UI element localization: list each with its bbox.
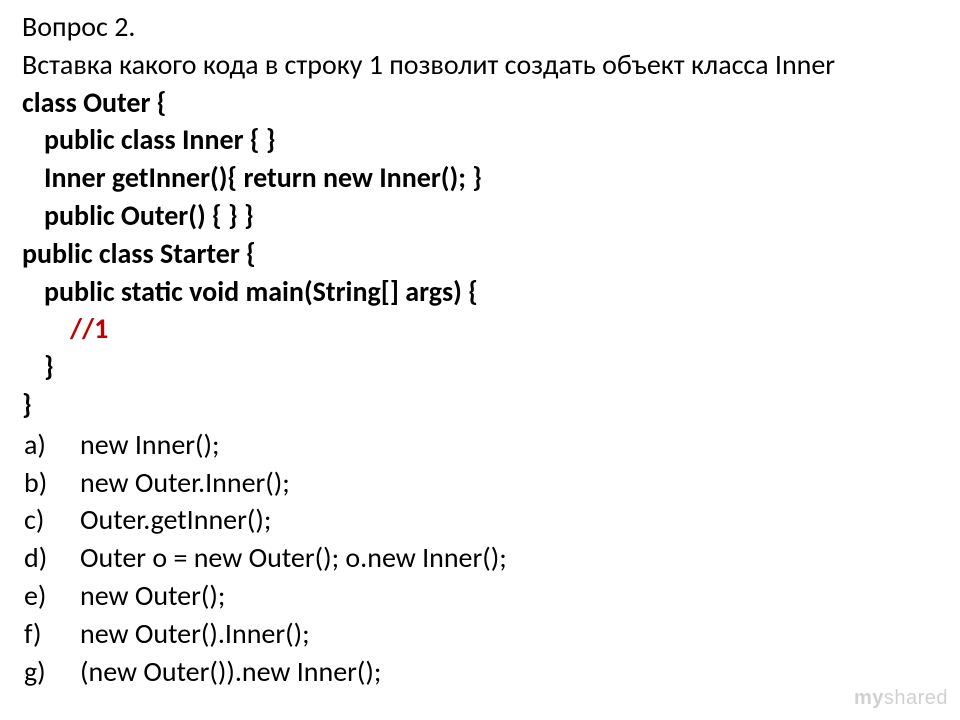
watermark-suffix: shared: [884, 687, 948, 709]
question-header: Вопрос 2.: [22, 8, 938, 46]
code-line: }: [22, 348, 938, 386]
watermark: myshared: [854, 685, 948, 712]
option-text: new Outer();: [80, 577, 938, 615]
option-f: f) new Outer().Inner();: [22, 615, 938, 653]
option-marker: e): [22, 577, 80, 615]
option-b: b) new Outer.Inner();: [22, 464, 938, 502]
watermark-prefix: my: [854, 687, 884, 709]
option-d: d) Outer o = new Outer(); o.new Inner();: [22, 539, 938, 577]
option-text: Outer o = new Outer(); o.new Inner();: [80, 539, 938, 577]
code-line: public Outer() { } }: [22, 197, 938, 235]
option-a: a) new Inner();: [22, 426, 938, 464]
code-line: Inner getInner(){ return new Inner(); }: [22, 159, 938, 197]
option-text: Outer.getInner();: [80, 501, 938, 539]
code-line: public static void main(String[] args) {: [22, 273, 938, 311]
option-g: g) (new Outer()).new Inner();: [22, 653, 938, 691]
option-marker: b): [22, 464, 80, 502]
option-c: c) Outer.getInner();: [22, 501, 938, 539]
code-line: }: [22, 386, 938, 424]
option-marker: f): [22, 615, 80, 653]
option-e: e) new Outer();: [22, 577, 938, 615]
option-marker: c): [22, 501, 80, 539]
option-text: (new Outer()).new Inner();: [80, 653, 938, 691]
code-line: public class Starter {: [22, 235, 938, 273]
code-line-marker: //1: [22, 310, 938, 348]
question-text: Вставка какого кода в строку 1 позволит …: [22, 46, 938, 84]
code-line: public class Inner { }: [22, 121, 938, 159]
option-marker: g): [22, 653, 80, 691]
options-list: a) new Inner(); b) new Outer.Inner(); c)…: [22, 426, 938, 691]
code-block: class Outer { public class Inner { } Inn…: [22, 84, 938, 424]
option-text: new Outer().Inner();: [80, 615, 938, 653]
option-marker: d): [22, 539, 80, 577]
option-marker: a): [22, 426, 80, 464]
option-text: new Inner();: [80, 426, 938, 464]
option-text: new Outer.Inner();: [80, 464, 938, 502]
code-line: class Outer {: [22, 84, 938, 122]
